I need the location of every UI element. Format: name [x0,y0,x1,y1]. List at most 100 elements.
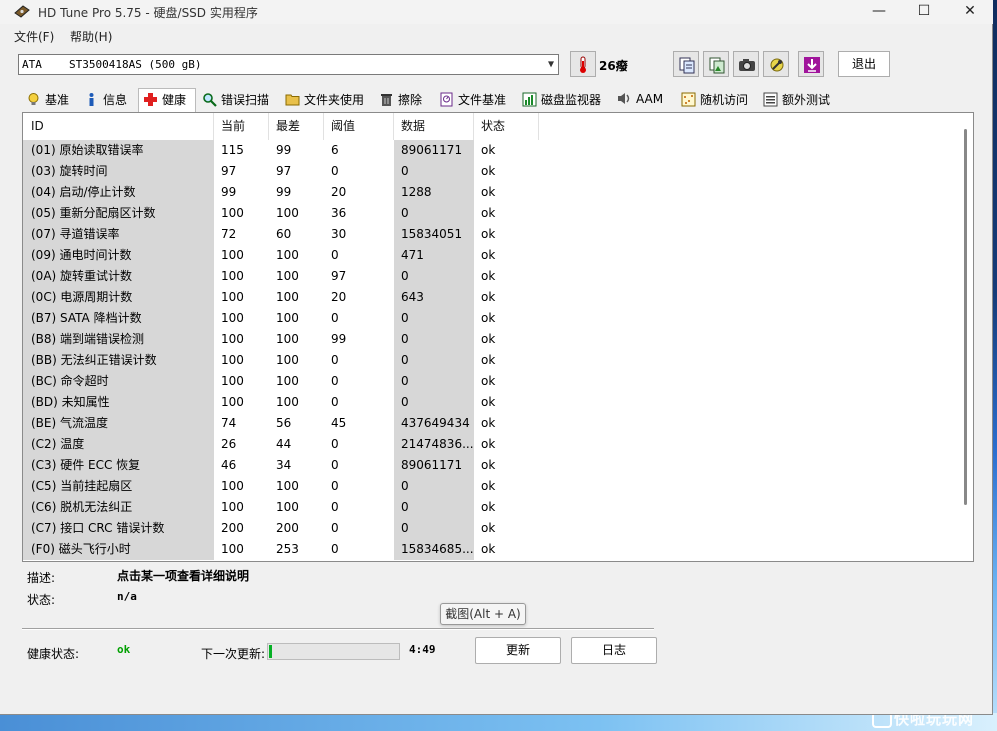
column-header-current[interactable]: 当前 [214,113,269,140]
cell-status: ok [481,185,496,199]
scrollbar-thumb[interactable] [964,129,967,505]
tab-folder-usage[interactable]: 文件夹使用 [285,91,364,111]
cell-id: (B7) SATA 降档计数 [23,308,214,329]
tab-random-access[interactable]: 随机访问 [681,91,748,111]
menu-help[interactable]: 帮助(H) [70,28,112,45]
column-header-worst[interactable]: 最差 [269,113,324,140]
options-button[interactable] [763,51,789,77]
table-row[interactable]: (07) 寻道错误率 72 60 30 15834051 ok [23,224,963,245]
table-row[interactable]: (C6) 脱机无法纠正 100 100 0 0 ok [23,497,963,518]
cell-current: 26 [221,437,237,451]
cell-data: 0 [394,161,474,182]
cell-worst: 100 [276,332,299,346]
cell-id: (BC) 命令超时 [23,371,214,392]
log-button[interactable]: 日志 [571,637,657,664]
screenshot-tooltip: 截图(Alt + A) [440,603,526,625]
title-bar[interactable]: HD Tune Pro 5.75 - 硬盘/SSD 实用程序 — ☐ ✕ [0,0,993,24]
table-row[interactable]: (C2) 温度 26 44 0 21474836... ok [23,434,963,455]
close-button[interactable]: ✕ [947,0,993,24]
random-access-icon [681,92,696,107]
menu-file[interactable]: 文件(F) [14,28,54,45]
tab-file-benchmark[interactable]: 文件基准 [439,91,506,111]
thermometer-icon [580,56,586,73]
table-row[interactable]: (BD) 未知属性 100 100 0 0 ok [23,392,963,413]
table-row[interactable]: (03) 旋转时间 97 97 0 0 ok [23,161,963,182]
info-icon [89,93,94,106]
tab-error-scan[interactable]: 错误扫描 [202,91,269,111]
cell-status: ok [481,374,496,388]
tab-aam[interactable]: AAM [617,91,663,111]
cell-data: 21474836... [394,434,474,455]
table-row[interactable]: (BB) 无法纠正错误计数 100 100 0 0 ok [23,350,963,371]
tab-label: 额外测试 [782,93,831,107]
countdown-timer: 4:49 [409,643,436,656]
column-header-threshold[interactable]: 阈值 [324,113,394,140]
cell-status: ok [481,332,496,346]
cell-worst: 100 [276,269,299,283]
column-header-status[interactable]: 状态 [474,113,539,140]
next-update-label: 下一次更新: [201,647,266,661]
cell-worst: 200 [276,521,299,535]
tab-bar: 基准 信息 健康 错误扫描 文件夹使用 擦除 文件基准 磁盘监视器 AAM 随机… [20,88,980,112]
download-arrow-icon [804,57,820,73]
cell-data: 0 [394,266,474,287]
cell-status: ok [481,290,496,304]
cell-data: 0 [394,203,474,224]
cell-worst: 100 [276,479,299,493]
table-row[interactable]: (C5) 当前挂起扇区 100 100 0 0 ok [23,476,963,497]
table-row[interactable]: (BC) 命令超时 100 100 0 0 ok [23,371,963,392]
tab-disk-monitor[interactable]: 磁盘监视器 [522,91,601,111]
cell-threshold: 0 [331,479,339,493]
copy-screenshot-button[interactable] [703,51,729,77]
screenshot-button[interactable] [733,51,759,77]
table-row[interactable]: (B7) SATA 降档计数 100 100 0 0 ok [23,308,963,329]
minimize-button[interactable]: — [856,0,902,24]
cell-threshold: 0 [331,437,339,451]
cell-id: (C5) 当前挂起扇区 [23,476,214,497]
table-row[interactable]: (0C) 电源周期计数 100 100 20 643 ok [23,287,963,308]
cell-worst: 100 [276,374,299,388]
cell-data: 0 [394,308,474,329]
table-row[interactable]: (BE) 气流温度 74 56 45 437649434 ok [23,413,963,434]
hdtune-app-icon [14,5,30,18]
device-interface: ATA [22,58,42,71]
cell-threshold: 6 [331,143,339,157]
save-button[interactable] [798,51,824,77]
table-row[interactable]: (09) 通电时间计数 100 100 0 471 ok [23,245,963,266]
magnifier-icon [203,93,217,107]
vertical-scrollbar[interactable] [960,113,973,561]
cell-current: 100 [221,374,244,388]
cell-current: 100 [221,542,244,556]
table-row[interactable]: (C7) 接口 CRC 错误计数 200 200 0 0 ok [23,518,963,539]
tab-benchmark[interactable]: 基准 [26,91,69,111]
table-row[interactable]: (C3) 硬件 ECC 恢复 46 34 0 89061171 ok [23,455,963,476]
tab-info[interactable]: 信息 [84,91,127,111]
refresh-button[interactable]: 更新 [475,637,561,664]
column-header-data[interactable]: 数据 [394,113,474,140]
tab-extra-tests[interactable]: 额外测试 [763,91,830,111]
smart-attributes-table[interactable]: ID 当前 最差 阈值 数据 状态 (01) 原始读取错误率 115 99 6 8906… [22,112,974,562]
copy-info-button[interactable] [673,51,699,77]
description-value: 点击某一项查看详细说明 [117,569,250,583]
cell-data: 0 [394,371,474,392]
table-row[interactable]: (05) 重新分配扇区计数 100 100 36 0 ok [23,203,963,224]
cell-current: 97 [221,164,237,178]
tab-health[interactable]: 健康 [138,88,196,112]
temperature-button[interactable] [570,51,596,77]
column-header-id[interactable]: ID [23,113,214,140]
cell-data: 0 [394,350,474,371]
cell-worst: 99 [276,185,292,199]
maximize-button[interactable]: ☐ [901,0,947,24]
cell-threshold: 0 [331,248,339,262]
cell-status: ok [481,395,496,409]
table-row[interactable]: (04) 启动/停止计数 99 99 20 1288 ok [23,182,963,203]
table-row[interactable]: (01) 原始读取错误率 115 99 6 89061171 ok [23,140,963,161]
table-row[interactable]: (B8) 端到端错误检测 100 100 99 0 ok [23,329,963,350]
exit-button[interactable]: 退出 [838,51,890,77]
table-row[interactable]: (F0) 磁头飞行小时 100 253 0 15834685... ok [23,539,963,560]
device-select[interactable]: ATA ST3500418AS (500 gB) ▼ [18,54,559,75]
table-row[interactable]: (0A) 旋转重试计数 100 100 97 0 ok [23,266,963,287]
cell-data: 0 [394,497,474,518]
tab-erase[interactable]: 擦除 [379,91,422,111]
cell-data: 0 [394,329,474,350]
